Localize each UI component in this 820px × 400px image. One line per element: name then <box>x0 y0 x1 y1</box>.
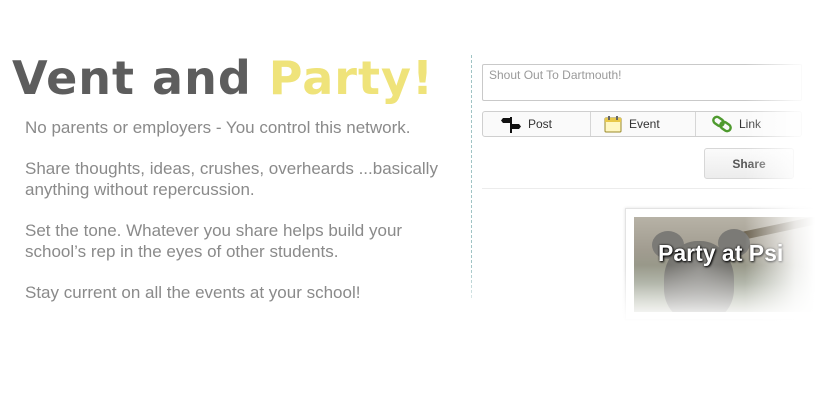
share-button[interactable]: Share <box>704 148 794 179</box>
signpost-icon <box>501 115 521 133</box>
feature-paragraph-events: Stay current on all the events at your s… <box>25 283 361 302</box>
chain-link-icon <box>712 115 732 133</box>
link-type-label: Link <box>739 117 762 131</box>
post-type-bar: Post Event Link <box>482 111 802 137</box>
event-title: Party at Psi <box>658 240 784 266</box>
calendar-icon <box>604 115 622 133</box>
post-type-label: Post <box>528 117 553 131</box>
event-type-button[interactable]: Event <box>591 112 696 136</box>
event-type-label: Event <box>629 117 660 131</box>
post-type-button[interactable]: Post <box>483 112 591 136</box>
shout-out-input[interactable]: Shout Out To Dartmouth! <box>482 64 802 101</box>
feature-paragraph-control: No parents or employers - You control th… <box>25 118 411 137</box>
event-card[interactable]: Party at Psi <box>625 208 817 320</box>
feature-copy: No parents or employers - You control th… <box>25 117 445 323</box>
event-photo: Party at Psi <box>634 217 816 312</box>
headline: Vent and Party! <box>12 50 434 106</box>
feature-paragraph-tone: Set the tone. Whatever you share helps b… <box>25 221 403 261</box>
link-type-button[interactable]: Link <box>696 112 801 136</box>
feed-separator <box>482 188 812 189</box>
headline-party: Party! <box>268 51 434 105</box>
headline-vent: Vent and <box>12 51 269 105</box>
feature-paragraph-share: Share thoughts, ideas, crushes, overhear… <box>25 159 438 199</box>
composer-preview: Shout Out To Dartmouth! Post Event Link … <box>472 55 820 325</box>
